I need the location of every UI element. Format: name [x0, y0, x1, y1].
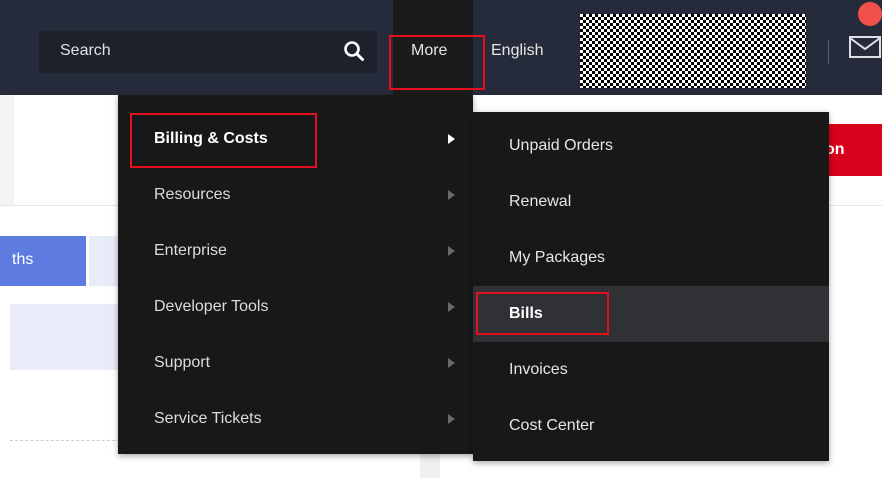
search-input[interactable]: Search — [39, 31, 377, 73]
submenu-item-label: Renewal — [509, 193, 572, 210]
menu-item-resources[interactable]: Resources — [118, 167, 473, 223]
tab-active-label: ths — [12, 251, 34, 268]
tab-inactive[interactable] — [89, 236, 120, 286]
dashed-divider — [10, 440, 120, 441]
search-placeholder: Search — [60, 42, 111, 59]
notification-badge — [858, 2, 882, 26]
submenu-item-renewal[interactable]: Renewal — [473, 174, 829, 230]
language-selector[interactable]: English — [491, 42, 543, 60]
chevron-right-icon — [448, 302, 455, 312]
menu-item-service-tickets[interactable]: Service Tickets — [118, 391, 473, 447]
menu-item-support[interactable]: Support — [118, 335, 473, 391]
mail-icon[interactable] — [848, 34, 882, 65]
chevron-right-icon — [448, 134, 455, 144]
menu-item-label: Developer Tools — [154, 298, 269, 315]
submenu-item-my-packages[interactable]: My Packages — [473, 230, 829, 286]
billing-submenu: Unpaid Orders Renewal My Packages Bills … — [473, 112, 829, 461]
menu-item-label: Resources — [154, 186, 231, 203]
submenu-item-label: Cost Center — [509, 417, 595, 434]
tab-active[interactable]: ths — [0, 236, 86, 286]
submenu-item-label: My Packages — [509, 249, 606, 266]
chevron-right-icon — [448, 190, 455, 200]
billing-highlight-box — [130, 113, 317, 168]
submenu-item-label: Unpaid Orders — [509, 137, 614, 154]
scroll-track — [420, 454, 440, 478]
header-divider — [828, 40, 829, 64]
redacted-pattern-block — [580, 14, 806, 88]
menu-item-developer-tools[interactable]: Developer Tools — [118, 279, 473, 335]
menu-item-label: Enterprise — [154, 242, 227, 259]
menu-item-label: Support — [154, 354, 211, 371]
menu-item-enterprise[interactable]: Enterprise — [118, 223, 473, 279]
search-icon[interactable] — [343, 40, 365, 67]
more-highlight-box — [389, 35, 485, 90]
chevron-right-icon — [448, 246, 455, 256]
info-banner — [10, 304, 120, 370]
submenu-item-invoices[interactable]: Invoices — [473, 342, 829, 398]
submenu-item-label: Invoices — [509, 361, 568, 378]
left-panel-edge — [0, 95, 14, 205]
top-navigation-bar: Search More English — [0, 0, 882, 95]
submenu-item-cost-center[interactable]: Cost Center — [473, 398, 829, 454]
submenu-item-unpaid-orders[interactable]: Unpaid Orders — [473, 118, 829, 174]
menu-item-label: Service Tickets — [154, 410, 262, 427]
chevron-right-icon — [448, 358, 455, 368]
chevron-right-icon — [448, 414, 455, 424]
bills-highlight-box — [476, 292, 609, 335]
